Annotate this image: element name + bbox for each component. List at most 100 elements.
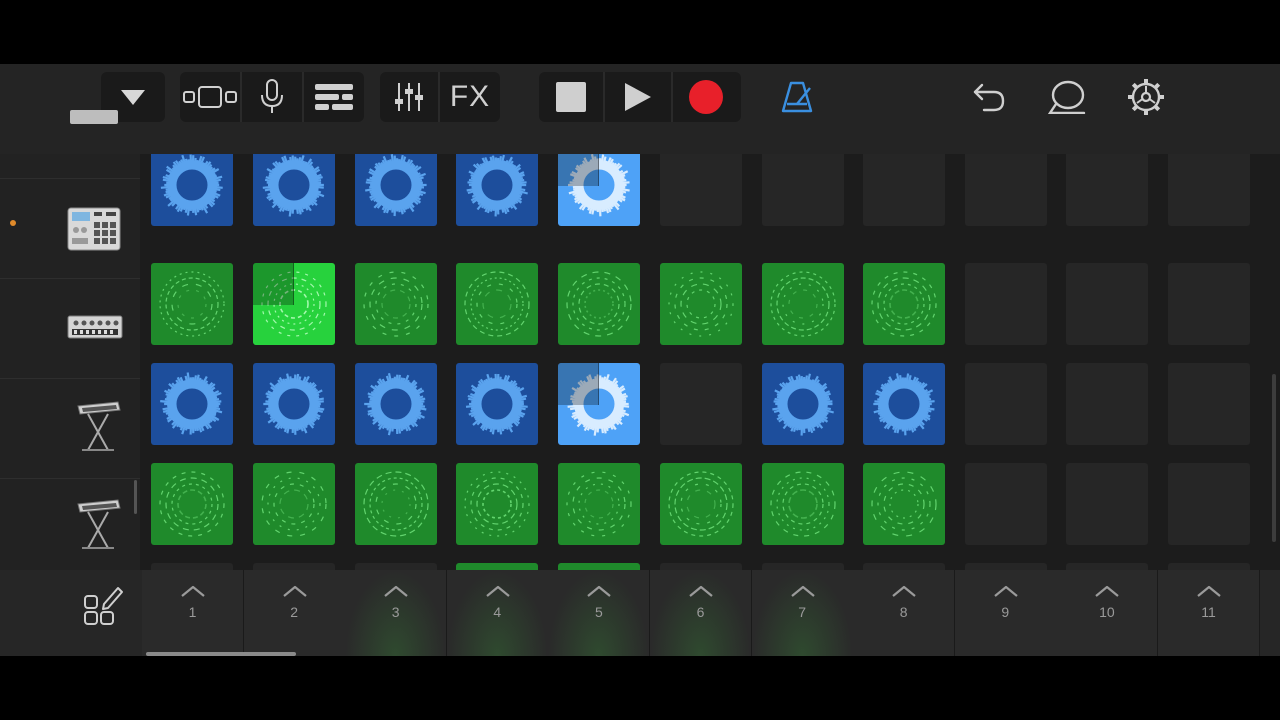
loop-cell[interactable]: [355, 263, 437, 345]
loop-cell[interactable]: [762, 463, 844, 545]
loop-cell[interactable]: [456, 263, 538, 345]
track-header[interactable]: [0, 278, 140, 379]
scene-trigger-5[interactable]: 5: [548, 570, 651, 656]
loop-cell[interactable]: [253, 263, 335, 345]
empty-cell[interactable]: [253, 563, 335, 570]
empty-cell[interactable]: [965, 154, 1047, 226]
empty-cell[interactable]: [863, 154, 945, 226]
empty-cell[interactable]: [1168, 154, 1250, 226]
empty-cell[interactable]: [1066, 154, 1148, 226]
scene-trigger-8[interactable]: 8: [853, 570, 956, 656]
stop-button[interactable]: [539, 72, 603, 122]
fx-button[interactable]: FX: [440, 72, 500, 122]
empty-cell[interactable]: [1168, 263, 1250, 345]
loop-cell[interactable]: [558, 363, 640, 445]
loop-cell[interactable]: [660, 263, 742, 345]
pattern-ring-icon: [456, 563, 538, 570]
empty-cell[interactable]: [762, 154, 844, 226]
view-toggle-button[interactable]: [180, 72, 240, 122]
loop-cell[interactable]: [151, 263, 233, 345]
scene-trigger-10[interactable]: 10: [1056, 570, 1159, 656]
mixer-button[interactable]: [380, 72, 438, 122]
scene-trigger-3[interactable]: 3: [345, 570, 448, 656]
live-loops-window: FX 1 2 3 4 5 6 7 8 9 10 11: [0, 64, 1280, 656]
loop-cell[interactable]: [253, 463, 335, 545]
loop-cell[interactable]: [456, 463, 538, 545]
loop-cell[interactable]: [151, 154, 233, 226]
loop-cell[interactable]: [253, 363, 335, 445]
metronome-button[interactable]: [776, 72, 818, 122]
loop-cell[interactable]: [660, 463, 742, 545]
microphone-button[interactable]: [242, 72, 302, 122]
loop-cell[interactable]: [355, 463, 437, 545]
empty-cell[interactable]: [1168, 563, 1250, 570]
loop-cell[interactable]: [863, 463, 945, 545]
empty-cell[interactable]: [1066, 363, 1148, 445]
scene-number: 1: [188, 604, 197, 620]
empty-cell[interactable]: [660, 154, 742, 226]
empty-cell[interactable]: [863, 563, 945, 570]
loop-browser-button[interactable]: [1046, 72, 1088, 122]
empty-cell[interactable]: [660, 563, 742, 570]
empty-cell[interactable]: [660, 363, 742, 445]
track-header[interactable]: [0, 378, 140, 479]
loop-cell[interactable]: [558, 563, 640, 570]
empty-cell[interactable]: [1168, 463, 1250, 545]
loop-cell[interactable]: [151, 463, 233, 545]
edit-cells-button[interactable]: [82, 584, 124, 631]
empty-cell[interactable]: [965, 263, 1047, 345]
scene-trigger-11[interactable]: 11: [1158, 570, 1260, 656]
loop-cell[interactable]: [456, 563, 538, 570]
scene-trigger-9[interactable]: 9: [954, 570, 1057, 656]
settings-button[interactable]: [1125, 72, 1167, 122]
loop-cell[interactable]: [863, 363, 945, 445]
chevron-up-icon: [994, 585, 1018, 597]
loop-cell[interactable]: [558, 154, 640, 226]
empty-cell[interactable]: [1066, 263, 1148, 345]
waveform-ring-icon: [160, 372, 223, 435]
mix-group: FX: [380, 72, 500, 122]
scene-trigger-6[interactable]: 6: [650, 570, 752, 656]
grid-scrollbar[interactable]: [1272, 374, 1276, 542]
empty-cell[interactable]: [151, 563, 233, 570]
scene-trigger-1[interactable]: 1: [142, 570, 244, 656]
undo-icon: [973, 83, 1005, 112]
empty-cell[interactable]: [1168, 363, 1250, 445]
record-button[interactable]: [673, 72, 739, 122]
loop-cell[interactable]: [253, 154, 335, 226]
loop-cell[interactable]: [558, 263, 640, 345]
loop-cell[interactable]: [151, 363, 233, 445]
scene-trigger-2[interactable]: 2: [243, 570, 346, 656]
loop-cell[interactable]: [456, 154, 538, 226]
drum-machine-icon: [70, 110, 118, 124]
loop-cell[interactable]: [558, 463, 640, 545]
loop-cell[interactable]: [762, 263, 844, 345]
track-header[interactable]: [0, 478, 140, 578]
empty-cell[interactable]: [965, 563, 1047, 570]
empty-cell[interactable]: [1066, 463, 1148, 545]
undo-button[interactable]: [968, 72, 1010, 122]
empty-cell[interactable]: [762, 563, 844, 570]
track-scroll-indicator[interactable]: [134, 480, 137, 514]
pattern-ring-icon: [464, 471, 530, 537]
empty-cell[interactable]: [965, 363, 1047, 445]
horizontal-scroll-indicator[interactable]: [146, 652, 296, 656]
pattern-ring-icon: [159, 271, 225, 337]
loop-cell[interactable]: [355, 154, 437, 226]
loop-cell[interactable]: [456, 363, 538, 445]
loop-cell[interactable]: [863, 263, 945, 345]
track-header[interactable]: [0, 178, 140, 279]
scene-trigger-4[interactable]: 4: [446, 570, 549, 656]
scene-trigger-7[interactable]: 7: [751, 570, 854, 656]
play-button[interactable]: [605, 72, 671, 122]
loop-cell[interactable]: [355, 363, 437, 445]
keyboard-stand-icon: [77, 401, 121, 451]
empty-cell[interactable]: [965, 463, 1047, 545]
empty-cell[interactable]: [1066, 563, 1148, 570]
gear-icon: [1128, 79, 1164, 115]
tracks-list-button[interactable]: [304, 72, 364, 122]
track-header[interactable]: [0, 110, 140, 179]
loop-cell[interactable]: [762, 363, 844, 445]
triangle-down-icon: [121, 90, 145, 105]
empty-cell[interactable]: [355, 563, 437, 570]
